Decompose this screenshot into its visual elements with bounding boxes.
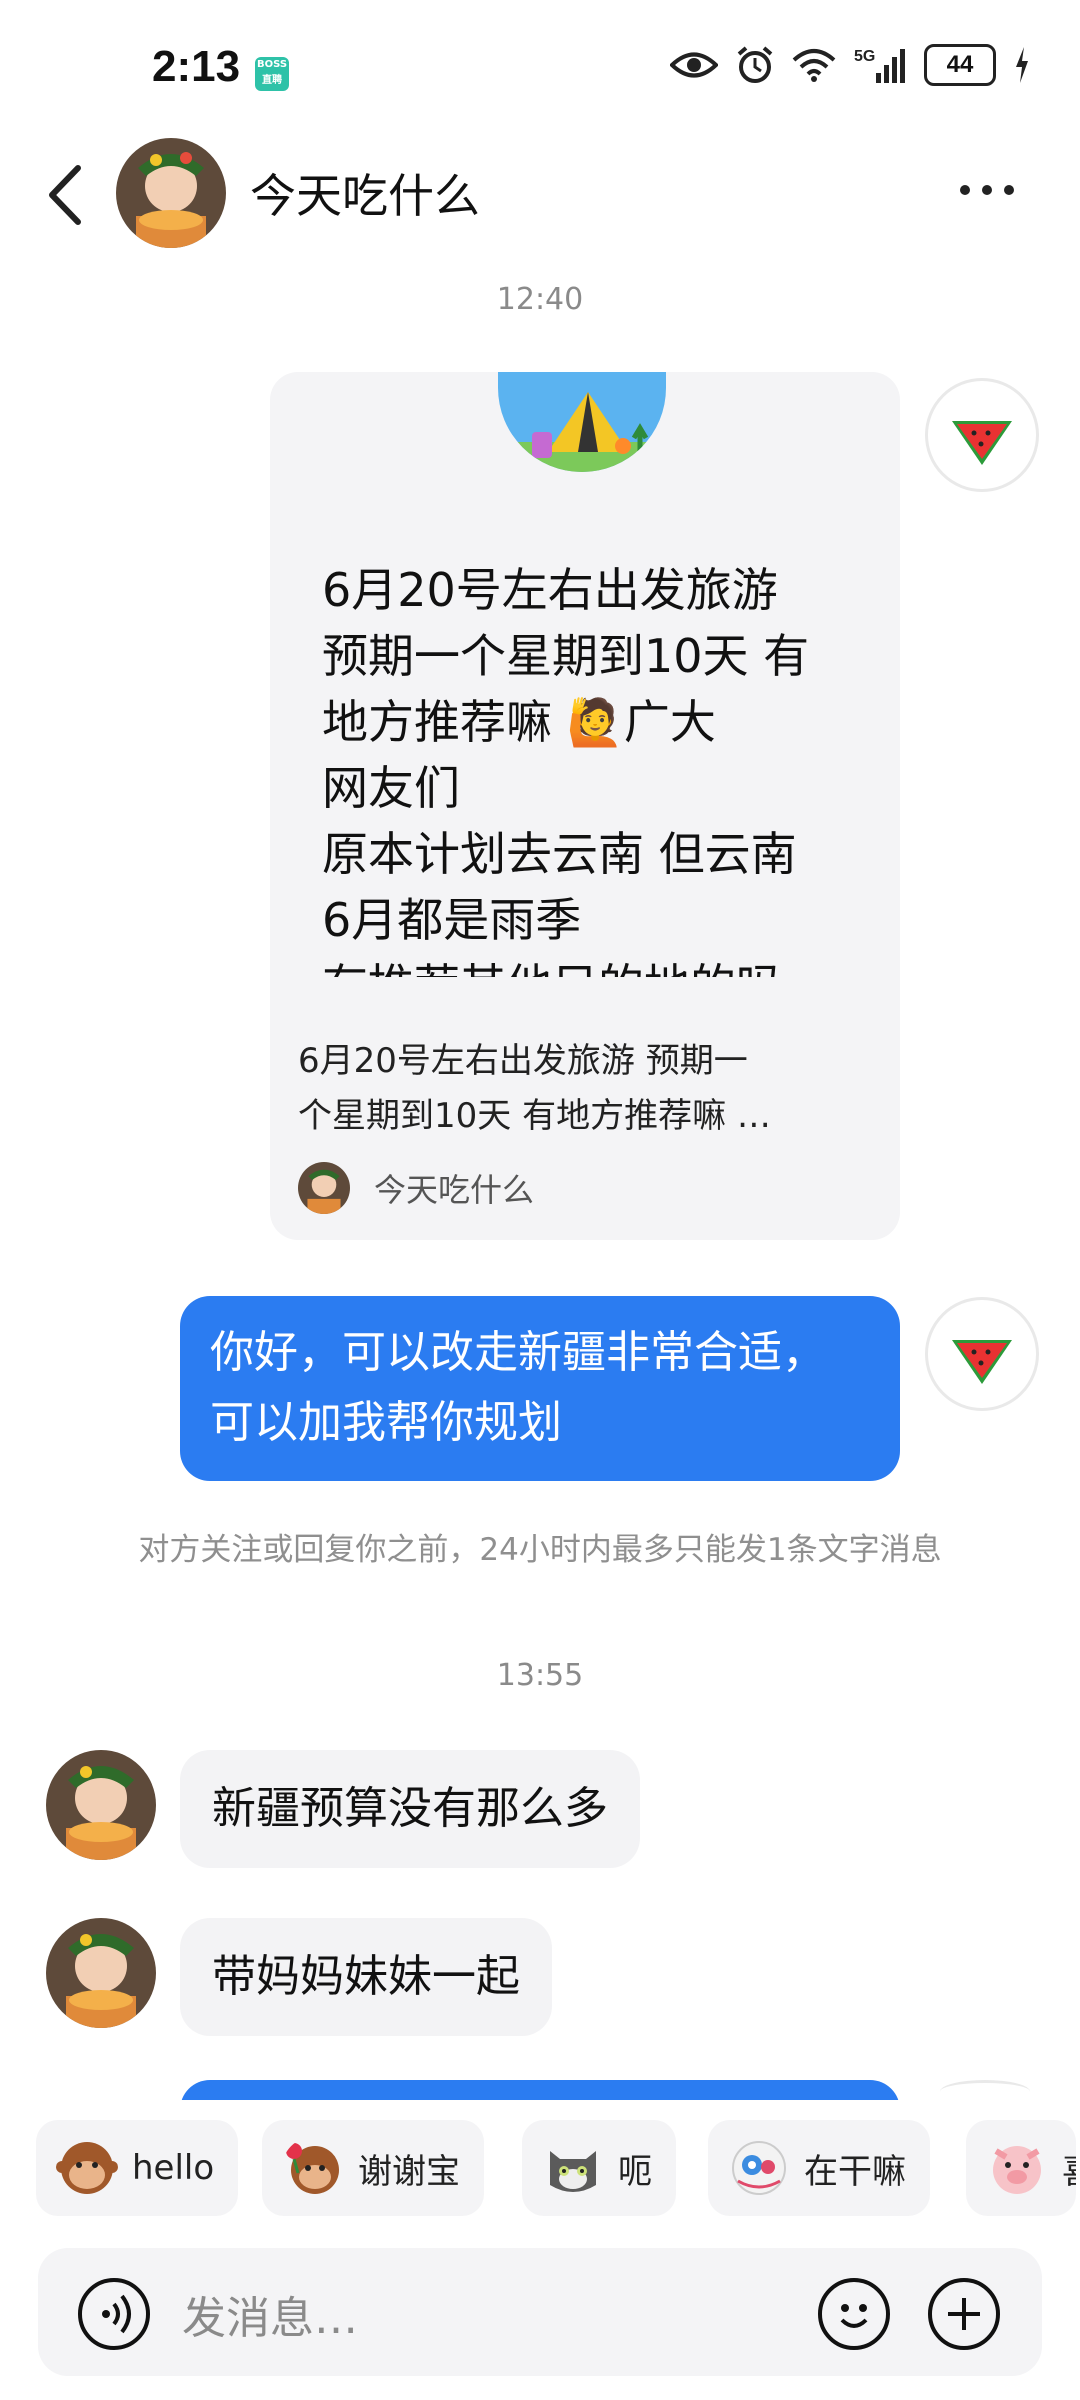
- post-author-avatar: [298, 1162, 350, 1214]
- post-line: 网友们: [322, 761, 460, 815]
- outgoing-message[interactable]: 你好，可以改走新疆非常合适，可以加我帮你规划: [180, 1296, 900, 1481]
- post-body-text: 6月20号左右出发旅游 预期一个星期到10天 有 地方推荐嘛 🙋广大 网友们 原…: [322, 557, 862, 977]
- post-summary-line: 个星期到10天 有地方推荐嘛 …: [298, 1096, 771, 1136]
- timestamp: 13:55: [496, 1658, 584, 1693]
- my-avatar[interactable]: [925, 1297, 1039, 1411]
- battery-indicator: 44: [924, 44, 996, 86]
- post-line: 地方推荐嘛 🙋广大: [322, 695, 716, 749]
- monkey-emoji-icon: [56, 2142, 118, 2194]
- incoming-message[interactable]: 新疆预算没有那么多: [180, 1750, 640, 1868]
- chip-label: hello: [132, 2148, 215, 2188]
- quick-reply-chip[interactable]: 喜: [966, 2120, 1076, 2216]
- status-icons: 5G 44: [670, 44, 1030, 86]
- mask-emoji-icon: [732, 2141, 786, 2195]
- message-input[interactable]: 发消息…: [182, 2282, 358, 2346]
- wifi-icon: [792, 49, 836, 82]
- eye-icon: [670, 52, 718, 78]
- my-avatar[interactable]: [925, 378, 1039, 492]
- emoji-button[interactable]: [818, 2278, 890, 2350]
- smiley-icon: [840, 2304, 868, 2328]
- chip-label: 谢谢宝: [358, 2151, 460, 2192]
- contact-avatar[interactable]: [46, 1750, 156, 1860]
- shared-post-card[interactable]: 6月20号左右出发旅游 预期一个星期到10天 有 地方推荐嘛 🙋广大 网友们 原…: [270, 372, 900, 1240]
- quick-reply-chip[interactable]: 呃: [522, 2120, 676, 2216]
- monkey-rose-emoji-icon: [286, 2143, 339, 2194]
- post-line: 预期一个星期到10天 有: [322, 629, 810, 683]
- post-line: 原本计划去云南 但云南: [322, 827, 797, 881]
- chat-title: 今天吃什么: [250, 169, 480, 223]
- quick-reply-chip[interactable]: 谢谢宝: [262, 2120, 484, 2216]
- message-text: 你好，可以改走新疆非常合适，可以加我帮你规划: [210, 1327, 826, 1448]
- timestamp: 12:40: [496, 282, 584, 317]
- watermelon-icon: [952, 421, 1012, 465]
- contact-avatar[interactable]: [116, 138, 226, 248]
- charging-bolt-icon: [1016, 47, 1028, 83]
- watermelon-icon: [952, 1340, 1012, 1384]
- status-time: 2:13: [152, 42, 241, 91]
- network-label: 5G: [854, 48, 875, 65]
- boss-app-badge: BOSS 直聘: [255, 57, 289, 91]
- plus-icon: [948, 2298, 980, 2330]
- more-options-button[interactable]: [960, 175, 1030, 205]
- quick-reply-chip[interactable]: hello: [36, 2120, 239, 2216]
- cat-emoji-icon: [550, 2151, 596, 2192]
- contact-avatar[interactable]: [46, 1918, 156, 2028]
- post-summary-line: 6月20号左右出发旅游 预期一: [298, 1041, 748, 1081]
- signal-5g-icon: 5G: [854, 48, 905, 83]
- post-line: 6月都是雨季: [322, 893, 582, 947]
- alarm-icon: [737, 46, 773, 83]
- chip-label: 喜: [1062, 2144, 1076, 2193]
- voice-input-button[interactable]: [78, 2278, 150, 2350]
- post-line: 有推荐其他目的地的吗: [322, 953, 862, 977]
- rate-limit-notice: 对方关注或回复你之前，24小时内最多只能发1条文字消息: [138, 1532, 942, 1568]
- post-summary: 6月20号左右出发旅游 预期一 个星期到10天 有地方推荐嘛 …: [298, 1034, 878, 1144]
- voice-icon: [102, 2294, 131, 2334]
- pig-emoji-icon: [993, 2146, 1041, 2194]
- post-line: 6月20号左右出发旅游: [322, 563, 778, 617]
- quick-reply-chip[interactable]: 在干嘛: [708, 2120, 930, 2216]
- incoming-message[interactable]: 带妈妈妹妹一起: [180, 1918, 552, 2036]
- back-button[interactable]: [38, 160, 98, 230]
- chip-label: 呃: [618, 2151, 652, 2192]
- chip-label: 在干嘛: [804, 2151, 906, 2192]
- post-author-name: 今天吃什么: [374, 1171, 535, 1209]
- tent-image: [498, 372, 666, 472]
- more-actions-button[interactable]: [928, 2278, 1000, 2350]
